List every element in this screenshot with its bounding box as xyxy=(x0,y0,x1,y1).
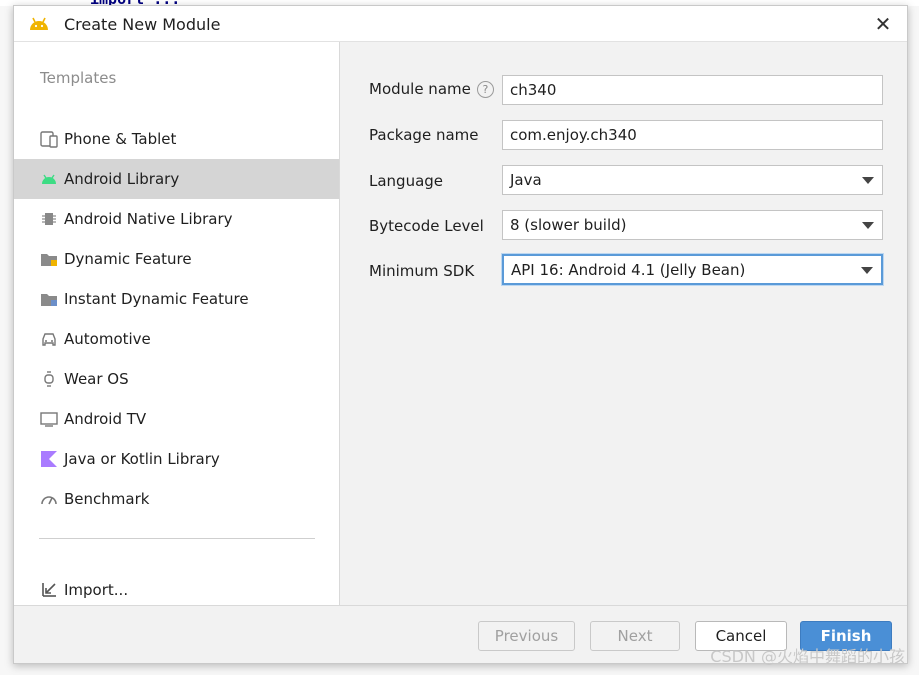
template-label: Benchmark xyxy=(64,490,150,508)
template-java-kotlin-library[interactable]: Java or Kotlin Library xyxy=(14,439,339,479)
bytecode-level-label: Bytecode Level xyxy=(369,217,484,235)
module-name-field[interactable] xyxy=(502,75,883,105)
close-button[interactable]: ✕ xyxy=(871,12,895,36)
language-select[interactable]: Java xyxy=(502,165,883,195)
language-value: Java xyxy=(510,171,542,189)
create-module-dialog: Create New Module ✕ Templates Phone & Ta… xyxy=(13,5,908,664)
template-android-library[interactable]: Android Library xyxy=(14,159,339,199)
watch-icon xyxy=(39,369,59,389)
template-android-tv[interactable]: Android TV xyxy=(14,399,339,439)
template-label: Android TV xyxy=(64,410,147,428)
module-name-input[interactable] xyxy=(503,76,882,104)
chevron-down-icon xyxy=(862,222,874,229)
module-name-label-text: Module name xyxy=(369,80,471,98)
car-icon xyxy=(39,329,59,349)
template-label: Java or Kotlin Library xyxy=(64,450,220,468)
help-icon[interactable]: ? xyxy=(476,81,494,98)
bytecode-level-value: 8 (slower build) xyxy=(510,216,627,234)
template-android-native-library[interactable]: Android Native Library xyxy=(14,199,339,239)
package-name-input[interactable] xyxy=(503,121,882,149)
android-studio-icon xyxy=(30,17,48,30)
dynamic-feature-icon xyxy=(39,249,59,269)
chevron-down-icon xyxy=(861,267,873,274)
kotlin-icon xyxy=(39,449,59,469)
native-library-icon xyxy=(39,209,59,229)
gauge-icon xyxy=(39,489,59,509)
module-name-label: Module name? xyxy=(369,80,494,98)
language-label: Language xyxy=(369,172,444,190)
template-instant-dynamic-feature[interactable]: Instant Dynamic Feature xyxy=(14,279,339,319)
module-config-form: Module name? Package name Language Java … xyxy=(341,42,907,605)
next-button[interactable]: Next xyxy=(590,621,680,651)
template-dynamic-feature[interactable]: Dynamic Feature xyxy=(14,239,339,279)
tv-icon xyxy=(39,409,59,429)
template-label: Automotive xyxy=(64,330,151,348)
dialog-titlebar: Create New Module ✕ xyxy=(14,6,907,42)
minimum-sdk-label: Minimum SDK xyxy=(369,262,475,280)
instant-dynamic-feature-icon xyxy=(39,289,59,309)
template-label: Android Native Library xyxy=(64,210,233,228)
template-label: Phone & Tablet xyxy=(64,130,177,148)
dialog-title: Create New Module xyxy=(64,15,221,34)
import-link[interactable]: Import... xyxy=(14,570,339,610)
close-icon: ✕ xyxy=(874,12,892,36)
sidebar-divider xyxy=(39,538,315,539)
template-automotive[interactable]: Automotive xyxy=(14,319,339,359)
chevron-down-icon xyxy=(862,177,874,184)
import-label: Import... xyxy=(64,581,129,599)
template-label: Android Library xyxy=(64,170,180,188)
watermark-text: CSDN @火焰中舞蹈的小孩 xyxy=(710,647,905,666)
import-icon xyxy=(39,580,59,600)
template-phone-tablet[interactable]: Phone & Tablet xyxy=(14,119,339,159)
template-label: Wear OS xyxy=(64,370,129,388)
bytecode-level-select[interactable]: 8 (slower build) xyxy=(502,210,883,240)
android-icon xyxy=(39,169,59,189)
minimum-sdk-select[interactable]: API 16: Android 4.1 (Jelly Bean) xyxy=(502,254,883,285)
templates-heading: Templates xyxy=(40,69,117,87)
package-name-field[interactable] xyxy=(502,120,883,150)
templates-sidebar: Templates Phone & Tablet Android Library… xyxy=(14,42,340,605)
template-label: Dynamic Feature xyxy=(64,250,192,268)
template-wear-os[interactable]: Wear OS xyxy=(14,359,339,399)
template-benchmark[interactable]: Benchmark xyxy=(14,479,339,519)
minimum-sdk-value: API 16: Android 4.1 (Jelly Bean) xyxy=(511,261,746,279)
template-label: Instant Dynamic Feature xyxy=(64,290,249,308)
previous-button[interactable]: Previous xyxy=(478,621,575,651)
phone-tablet-icon xyxy=(39,129,59,149)
package-name-label: Package name xyxy=(369,126,479,144)
